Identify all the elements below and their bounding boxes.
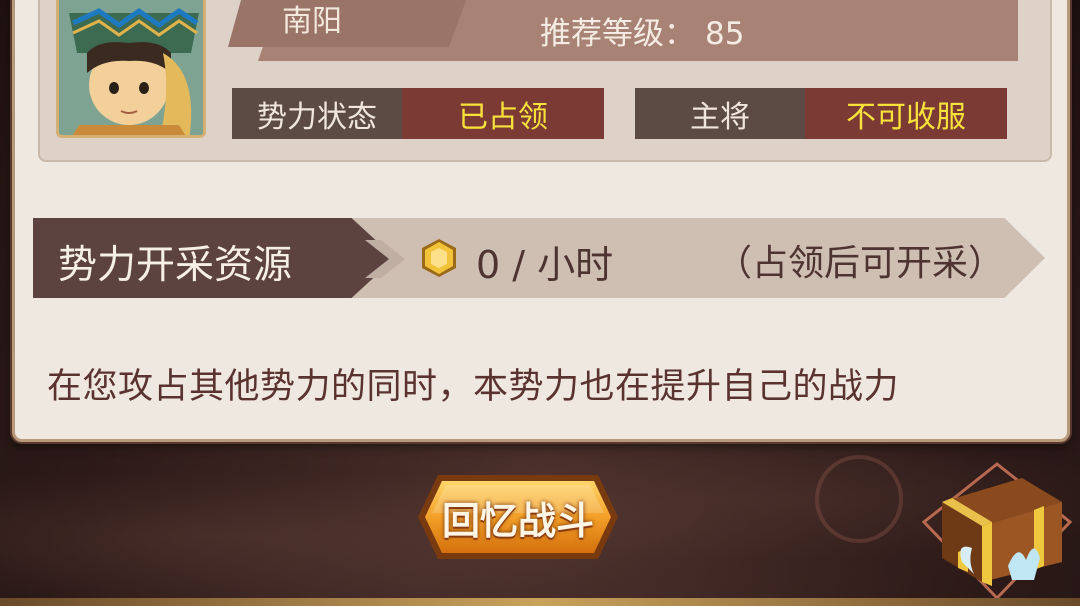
- recommended-level-value: 85: [705, 16, 745, 52]
- general-portrait-image: [59, 0, 203, 135]
- recommended-level-label: 推荐等级：: [540, 16, 695, 52]
- faded-emblem-icon: [815, 455, 903, 543]
- general-recruit-value: 不可收服: [805, 88, 1007, 139]
- recall-battle-button[interactable]: 回忆战斗: [416, 473, 620, 561]
- city-name-ribbon: [228, 0, 468, 47]
- resource-amount: 0 / 小时: [476, 243, 614, 287]
- recall-battle-label: 回忆战斗: [441, 498, 594, 543]
- faction-status-box: 势力状态 已占领: [232, 88, 604, 139]
- bottom-border: [0, 598, 1080, 606]
- faction-status-value: 已占领: [402, 88, 604, 139]
- general-label: 主将: [635, 88, 805, 139]
- faction-description: 在您攻占其他势力的同时，本势力也在提升自己的战力: [47, 367, 900, 407]
- gold-coin-icon: [420, 238, 458, 278]
- resource-title: 势力开采资源: [58, 243, 293, 288]
- city-name: 南阳: [282, 4, 342, 39]
- general-status-box: 主将 不可收服: [635, 88, 1007, 139]
- recommended-level: 推荐等级： 85: [540, 8, 744, 53]
- general-portrait[interactable]: [56, 0, 206, 138]
- faction-status-label: 势力状态: [232, 88, 402, 139]
- resource-note: （占领后可开采）: [716, 243, 1005, 284]
- treasure-chest-icon[interactable]: [921, 462, 1073, 601]
